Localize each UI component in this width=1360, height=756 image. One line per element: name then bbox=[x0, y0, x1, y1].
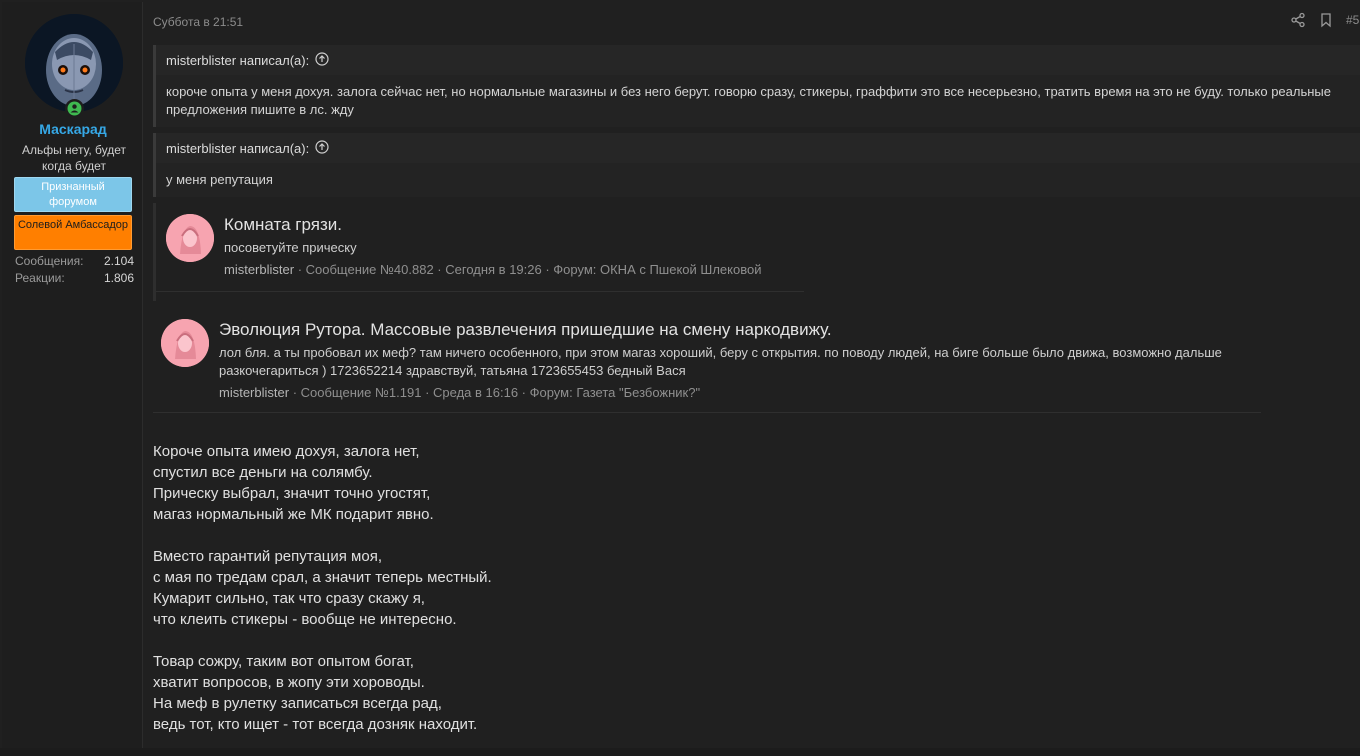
poem-line: что клеить стикеры - вообще не интересно… bbox=[153, 611, 457, 628]
embed-avatar[interactable] bbox=[166, 214, 214, 262]
quote-block: misterblister написал(а): у меня репутац… bbox=[153, 133, 1360, 197]
bookmark-icon[interactable] bbox=[1318, 12, 1334, 28]
poem-line: спустил все деньги на солямбу. bbox=[153, 464, 373, 481]
user-title: Альфы нету, будет когда будет bbox=[21, 143, 127, 173]
poem-line: с мая по тредам срал, а значит теперь ме… bbox=[153, 569, 492, 586]
embed-meta-text: · Сообщение №1.191 · Среда в 16:16 · Фор… bbox=[289, 385, 701, 400]
quote-header: misterblister написал(а): bbox=[156, 133, 1360, 163]
arrow-up-circle-icon[interactable] bbox=[315, 139, 329, 157]
embed-author[interactable]: misterblister bbox=[219, 385, 289, 400]
poem-stanza: Вместо гарантий репутация моя, с мая по … bbox=[153, 546, 492, 630]
masked-face-avatar bbox=[25, 14, 123, 112]
poem-line: ведь тот, кто ищет - тот всегда дозняк н… bbox=[153, 716, 478, 733]
user-banner-ambassador: Солевой Амбассадор bbox=[14, 215, 132, 250]
embed-meta: misterblister · Сообщение №1.191 · Среда… bbox=[219, 385, 700, 400]
quote-author[interactable]: misterblister написал(а): bbox=[166, 141, 309, 156]
poem-line: Прическу выбрал, значит точно угостят, bbox=[153, 485, 431, 502]
share-icon[interactable] bbox=[1290, 12, 1306, 28]
arrow-up-circle-icon[interactable] bbox=[315, 51, 329, 69]
online-status-icon bbox=[65, 99, 84, 118]
embed-avatar[interactable] bbox=[161, 319, 209, 367]
stat-label: Сообщения: bbox=[15, 254, 84, 268]
forum-post: Маскарад Альфы нету, будет когда будет П… bbox=[0, 0, 1360, 748]
poem-line: На меф в рулетку записаться всегда рад, bbox=[153, 695, 442, 712]
embed-divider bbox=[156, 291, 804, 292]
quote-author[interactable]: misterblister написал(а): bbox=[166, 53, 309, 68]
quote-text: короче опыта у меня дохуя. залога сейчас… bbox=[166, 84, 1332, 117]
stat-reactions: Реакции: 1.806 bbox=[15, 271, 134, 286]
post-actions: #5 bbox=[1290, 12, 1360, 28]
quote-block: misterblister написал(а): короче опыта у… bbox=[153, 45, 1360, 127]
stat-value[interactable]: 1.806 bbox=[104, 271, 134, 286]
stat-messages: Сообщения: 2.104 bbox=[15, 254, 134, 269]
embed-divider bbox=[153, 412, 1261, 413]
username[interactable]: Маскарад bbox=[2, 121, 144, 137]
embed-title[interactable]: Эволюция Рутора. Массовые развлечения пр… bbox=[219, 320, 832, 340]
stat-label: Реакции: bbox=[15, 271, 65, 285]
poem-line: хватит вопросов, в жопу эти хороводы. bbox=[153, 674, 425, 691]
embed-meta: misterblister · Сообщение №40.882 · Сего… bbox=[224, 262, 761, 277]
thread-embed[interactable]: Эволюция Рутора. Массовые развлечения пр… bbox=[153, 308, 1261, 408]
thread-embed[interactable]: Комната грязи. посоветуйте прическу mist… bbox=[153, 203, 805, 301]
post-date[interactable]: Суббота в 21:51 bbox=[153, 15, 243, 29]
poem-line: магаз нормальный же МК подарит явно. bbox=[153, 506, 434, 523]
post-body: Короче опыта имею дохуя, залога нет, спу… bbox=[153, 441, 492, 756]
poem-line: Товар сожру, таким вот опытом богат, bbox=[153, 653, 414, 670]
poem-stanza: Товар сожру, таким вот опытом богат, хва… bbox=[153, 651, 492, 735]
stat-value[interactable]: 2.104 bbox=[104, 254, 134, 269]
user-avatar[interactable] bbox=[25, 14, 123, 112]
embed-snippet: посоветуйте прическу bbox=[224, 240, 357, 255]
poem-line: Вместо гарантий репутация моя, bbox=[153, 548, 383, 565]
quote-header: misterblister написал(а): bbox=[156, 45, 1360, 75]
user-banner-recognized: Признанный форумом bbox=[14, 177, 132, 212]
embed-meta-text: · Сообщение №40.882 · Сегодня в 19:26 · … bbox=[294, 262, 762, 277]
post-number[interactable]: #5 bbox=[1346, 13, 1360, 27]
poem-stanza: Короче опыта имею дохуя, залога нет, спу… bbox=[153, 441, 492, 525]
poem-line: Кумарит сильно, так что сразу скажу я, bbox=[153, 590, 425, 607]
embed-title[interactable]: Комната грязи. bbox=[224, 215, 342, 235]
embed-author[interactable]: misterblister bbox=[224, 262, 294, 277]
user-info-column: Маскарад Альфы нету, будет когда будет П… bbox=[2, 2, 143, 748]
quote-text: у меня репутация bbox=[166, 172, 273, 187]
embed-snippet: лол бля. а ты пробовал их меф? там ничег… bbox=[219, 345, 1222, 378]
poem-line: Короче опыта имею дохуя, залога нет, bbox=[153, 443, 420, 460]
